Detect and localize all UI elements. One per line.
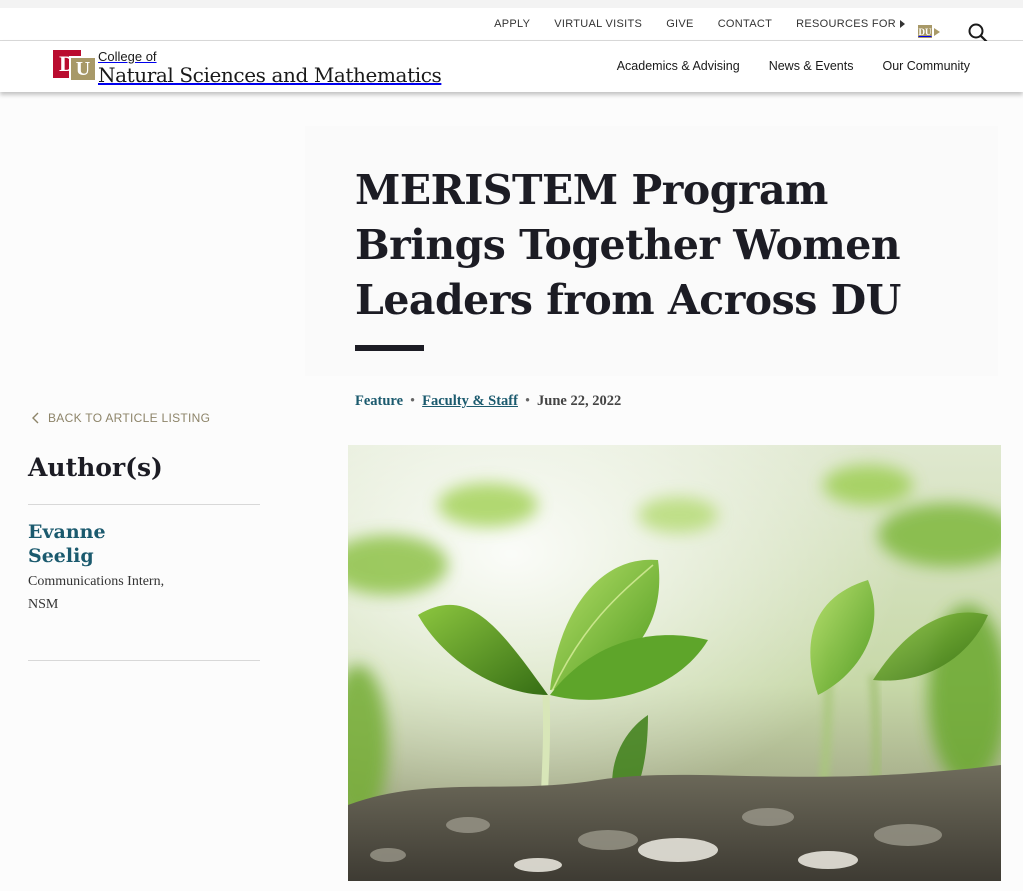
meta-separator: • [410, 393, 416, 409]
college-name: Natural Sciences and Mathematics [98, 63, 442, 87]
utility-bar: APPLY VIRTUAL VISITS GIVE CONTACT RESOUR… [0, 0, 1023, 43]
college-of-label: College of [98, 49, 157, 64]
seedlings-image [348, 445, 1001, 881]
article-date: June 22, 2022 [537, 393, 622, 409]
college-logo[interactable]: D U College of Natural Sciences and Math… [53, 49, 442, 87]
utility-link-virtual-visits[interactable]: VIRTUAL VISITS [554, 18, 642, 30]
du-home-link[interactable]: DU [918, 25, 940, 38]
utility-nav: APPLY VIRTUAL VISITS GIVE CONTACT RESOUR… [494, 18, 905, 30]
article-tag-link[interactable]: Faculty & Staff [422, 393, 518, 410]
utility-link-contact[interactable]: CONTACT [718, 18, 772, 30]
back-to-listing-link[interactable]: BACK TO ARTICLE LISTING [31, 411, 210, 425]
utility-link-give[interactable]: GIVE [666, 18, 694, 30]
article-title: MERISTEM Program Brings Together Women L… [355, 166, 901, 324]
search-icon[interactable] [968, 23, 988, 43]
divider [28, 660, 260, 661]
caret-right-icon [934, 27, 940, 36]
resources-for-label: RESOURCES FOR [796, 18, 896, 30]
back-link-label: BACK TO ARTICLE LISTING [48, 411, 211, 425]
divider [28, 504, 260, 505]
caret-right-icon [900, 20, 905, 28]
meta-separator: • [524, 393, 531, 409]
title-underline [355, 345, 424, 351]
author-name-link[interactable]: Evanne Seelig [28, 520, 168, 568]
nav-academics-advising[interactable]: Academics & Advising [617, 59, 740, 73]
du-logo-mark: D U [53, 50, 97, 82]
main-nav: Academics & Advising News & Events Our C… [617, 59, 970, 73]
main-header: D U College of Natural Sciences and Math… [0, 41, 1023, 92]
college-wordmark: College of Natural Sciences and Mathemat… [98, 49, 442, 87]
nav-our-community[interactable]: Our Community [882, 59, 970, 73]
article-image [348, 445, 1001, 881]
author-role: Communications Intern, NSM [28, 574, 165, 612]
utility-link-resources-for[interactable]: RESOURCES FOR [796, 18, 905, 30]
authors-heading: Author(s) [28, 453, 163, 482]
article-category: Feature [355, 393, 404, 409]
article-meta: Feature • Faculty & Staff • June 22, 202… [355, 393, 621, 410]
du-mini-logo: DU [918, 25, 932, 38]
chevron-left-icon [32, 412, 39, 424]
utility-link-apply[interactable]: APPLY [494, 18, 530, 30]
nav-news-events[interactable]: News & Events [769, 59, 854, 73]
